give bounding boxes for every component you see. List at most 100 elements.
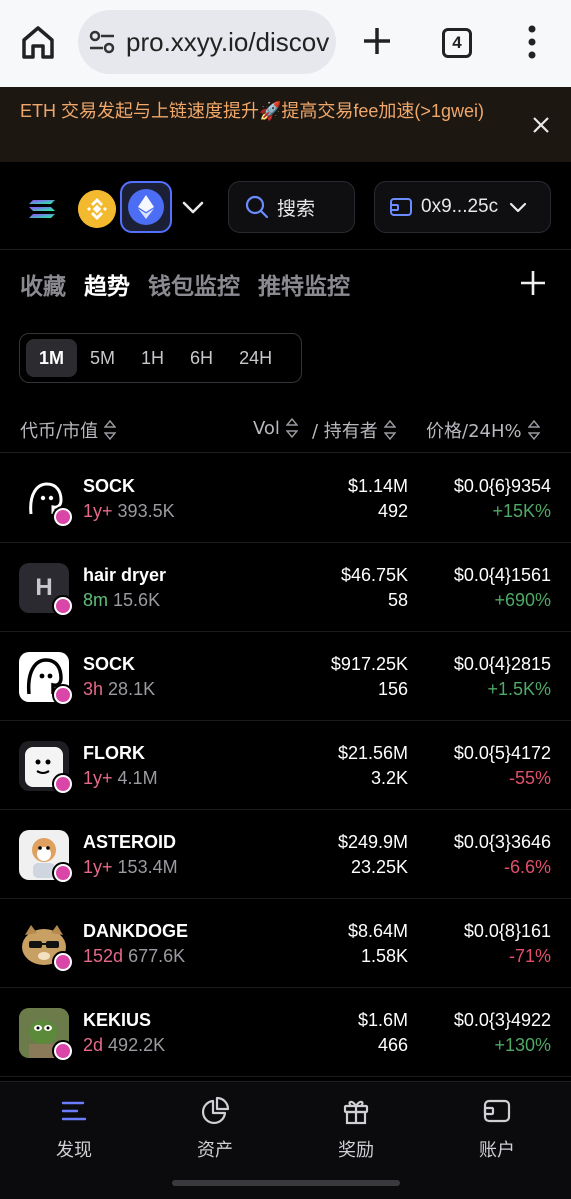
main-tabs: 收藏 趋势 钱包监控 推特监控: [20, 264, 350, 304]
token-name: ASTEROID: [83, 832, 177, 852]
table-row[interactable]: SOCK 1y+ 393.5K $1.14M 492 $0.0{6}9354 +…: [0, 454, 571, 543]
token-name: hair dryer: [83, 565, 167, 585]
solana-icon[interactable]: [24, 190, 62, 228]
close-icon[interactable]: [531, 115, 551, 135]
price: $0.0{3}4922: [453, 1010, 551, 1030]
wallet-selector[interactable]: 0x9...25c: [374, 181, 551, 233]
token-name: KEKIUS: [83, 1010, 152, 1030]
token-meta: 3h 28.1K: [83, 679, 155, 700]
header-price-label: 价格/24H%: [426, 421, 522, 442]
search-icon: [245, 195, 269, 219]
price: $0.0{4}1561: [453, 565, 551, 585]
table-row[interactable]: H hair dryer 8m 15.6K $46.75K 58 $0.0{4}…: [0, 543, 571, 632]
sort-icon: [285, 417, 298, 439]
search-button[interactable]: 搜索: [228, 181, 355, 233]
header-token[interactable]: 代币/市值: [20, 417, 117, 443]
site-settings-icon[interactable]: [88, 28, 116, 56]
market-cap: 15.6K: [113, 590, 161, 610]
holders: 492: [377, 501, 408, 521]
address-bar[interactable]: pro.xxyy.io/discov: [78, 10, 336, 74]
tab-favorites[interactable]: 收藏: [20, 267, 66, 301]
table-row[interactable]: SOCK 3h 28.1K $917.25K 156 $0.0{4}2815 +…: [0, 632, 571, 721]
launchpad-badge: [52, 951, 74, 973]
token-age: 1y+: [83, 501, 113, 521]
sort-icon: [383, 419, 396, 441]
table-row[interactable]: DANKDOGE 152d 677.6K $8.64M 1.58K $0.0{8…: [0, 899, 571, 988]
token-meta: 1y+ 153.4M: [83, 857, 178, 878]
home-indicator[interactable]: [172, 1180, 400, 1186]
table-header: 代币/市值 Vol / 持有者 价格/24H%: [0, 405, 571, 453]
token-name: FLORK: [83, 743, 145, 763]
market-cap: 153.4M: [117, 857, 178, 877]
bnb-icon[interactable]: [78, 190, 116, 228]
header-vol[interactable]: Vol: [253, 417, 298, 439]
new-tab-icon[interactable]: [360, 24, 394, 58]
time-filter-1m[interactable]: 1M: [26, 339, 78, 377]
price: $0.0{6}9354: [453, 476, 551, 496]
token-name: SOCK: [83, 654, 136, 674]
more-menu-icon[interactable]: [522, 24, 542, 60]
market-cap: 393.5K: [117, 501, 175, 521]
plus-icon[interactable]: [518, 268, 548, 298]
token-name: DANKDOGE: [83, 921, 189, 941]
tab-twitter-monitor[interactable]: 推特监控: [258, 267, 350, 301]
pie-chart-icon: [201, 1096, 230, 1125]
url-text: pro.xxyy.io/discov: [126, 26, 330, 57]
holders: 466: [377, 1035, 408, 1055]
nav-assets[interactable]: 资产: [165, 1096, 265, 1162]
token-age: 1y+: [83, 768, 113, 788]
header-holders-label: / 持有者: [312, 421, 378, 442]
time-filter: 1M 5M 1H 6H 24H: [19, 333, 302, 383]
table-row[interactable]: ASTEROID 1y+ 153.4M $249.9M 23.25K $0.0{…: [0, 810, 571, 899]
volume: $8.64M: [347, 921, 408, 941]
gift-icon: [343, 1100, 369, 1125]
header-price[interactable]: 价格/24H%: [426, 417, 540, 443]
time-filter-1h[interactable]: 1H: [128, 339, 177, 377]
nav-label: 奖励: [338, 1140, 374, 1161]
token-meta: 8m 15.6K: [83, 590, 160, 611]
token-meta: 1y+ 4.1M: [83, 768, 158, 789]
token-age: 1y+: [83, 857, 113, 877]
nav-label: 发现: [56, 1140, 92, 1161]
price-change: -6.6%: [503, 857, 551, 877]
time-filter-6h[interactable]: 6H: [177, 339, 226, 377]
market-cap: 677.6K: [128, 946, 186, 966]
tab-switcher-button[interactable]: 4: [442, 28, 472, 58]
price-change: +690%: [494, 590, 551, 610]
token-meta: 2d 492.2K: [83, 1035, 165, 1056]
market-cap: 28.1K: [108, 679, 156, 699]
chain-selected[interactable]: [120, 181, 172, 233]
ethereum-icon: [128, 189, 164, 225]
nav-rewards[interactable]: 奖励: [306, 1096, 406, 1162]
launchpad-badge: [52, 595, 74, 617]
volume: $249.9M: [337, 832, 408, 852]
home-icon[interactable]: [16, 22, 60, 62]
discover-icon: [61, 1101, 87, 1121]
chevron-down-icon: [510, 202, 527, 213]
wallet-icon: [390, 198, 412, 216]
holders: 23.25K: [350, 857, 408, 877]
nav-account[interactable]: 账户: [447, 1096, 547, 1162]
time-filter-5m[interactable]: 5M: [77, 339, 128, 377]
price: $0.0{3}3646: [453, 832, 551, 852]
chevron-down-icon[interactable]: [180, 194, 206, 220]
header-holders[interactable]: / 持有者: [312, 417, 396, 443]
wallet-address: 0x9...25c: [421, 196, 499, 217]
volume: $917.25K: [330, 654, 408, 674]
volume: $21.56M: [337, 743, 408, 763]
volume: $1.14M: [347, 476, 408, 496]
price-change: -71%: [508, 946, 551, 966]
nav-discover[interactable]: 发现: [24, 1096, 124, 1162]
launchpad-badge: [52, 506, 74, 528]
tab-trending[interactable]: 趋势: [84, 267, 130, 301]
table-row[interactable]: KEKIUS 2d 492.2K $1.6M 466 $0.0{3}4922 +…: [0, 988, 571, 1077]
volume: $46.75K: [340, 565, 408, 585]
price: $0.0{8}161: [463, 921, 551, 941]
nav-label: 资产: [197, 1140, 233, 1161]
token-name: SOCK: [83, 476, 136, 496]
tab-wallet-monitor[interactable]: 钱包监控: [148, 267, 240, 301]
table-row[interactable]: FLORK 1y+ 4.1M $21.56M 3.2K $0.0{5}4172 …: [0, 721, 571, 810]
time-filter-24h[interactable]: 24H: [226, 339, 285, 377]
wallet-icon: [483, 1099, 511, 1123]
market-cap: 4.1M: [117, 768, 158, 788]
